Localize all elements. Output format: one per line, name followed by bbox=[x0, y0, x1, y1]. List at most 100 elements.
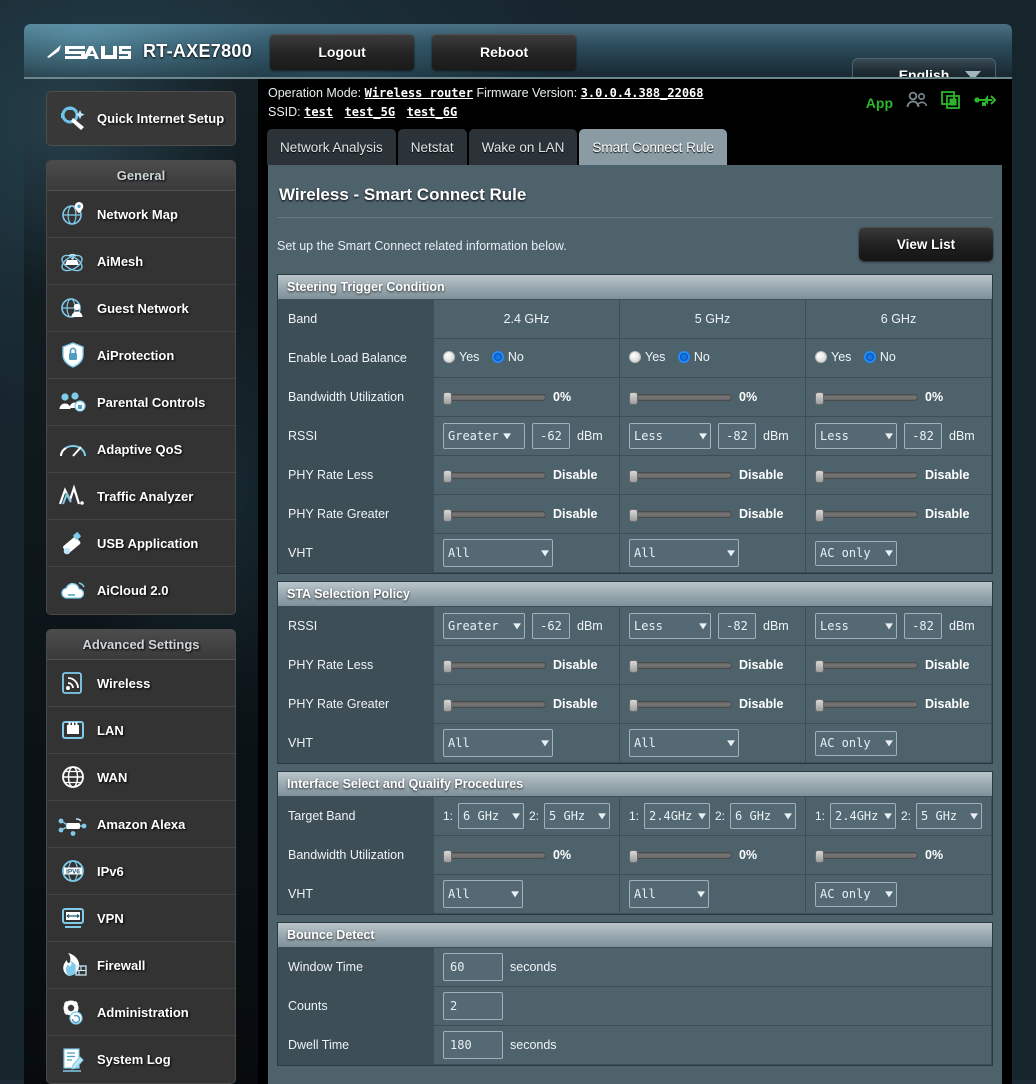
sta-rssi-operator-select-24[interactable]: Greater ▼ bbox=[443, 613, 525, 639]
radio-no-24[interactable]: No bbox=[491, 350, 524, 364]
target-band-select-2-6[interactable]: 5 GHz ▼ bbox=[916, 803, 982, 829]
radio-no-5[interactable]: No bbox=[677, 350, 710, 364]
sidebar-item-aicloud[interactable]: AiCloud 2.0 bbox=[47, 567, 235, 614]
rssi-value-input-24[interactable] bbox=[532, 423, 570, 449]
table-row-load-balance: Enable Load Balance Yes No Yes No Yes No bbox=[278, 338, 992, 378]
phy-greater-slider-5[interactable] bbox=[629, 508, 732, 522]
sidebar-item-parental-controls[interactable]: Parental Controls bbox=[47, 379, 235, 426]
usb-port-icon[interactable] bbox=[974, 91, 997, 114]
phy-less-slider-5[interactable] bbox=[629, 469, 732, 483]
target-band-select-1-6[interactable]: 2.4GHz ▼ bbox=[830, 803, 896, 829]
reboot-button[interactable]: Reboot bbox=[432, 33, 577, 70]
tab-wake-on-lan[interactable]: Wake on LAN bbox=[468, 129, 578, 165]
sta-vht-select-24[interactable]: All ▼ bbox=[443, 729, 553, 757]
sidebar-item-vpn[interactable]: VPN bbox=[47, 895, 235, 942]
steering-table: Band 2.4 GHz 5 GHz 6 GHz Enable Load Bal… bbox=[278, 299, 992, 573]
target-band-select-2-24[interactable]: 5 GHz ▼ bbox=[544, 803, 610, 829]
sidebar-item-firewall[interactable]: Firewall bbox=[47, 942, 235, 989]
sidebar-item-adaptive-qos[interactable]: Adaptive QoS bbox=[47, 426, 235, 473]
ssid-value-1[interactable]: test bbox=[304, 105, 333, 119]
rssi-value-input-5[interactable] bbox=[718, 423, 756, 449]
sidebar-item-label: Wireless bbox=[97, 675, 151, 691]
sta-rssi-value-input-5[interactable] bbox=[718, 613, 756, 639]
page-title: Wireless - Smart Connect Rule bbox=[277, 165, 993, 218]
rssi-operator-select-24[interactable]: Greater ▼ bbox=[443, 423, 525, 449]
sidebar-item-guest-network[interactable]: Guest Network bbox=[47, 285, 235, 332]
app-link[interactable]: App bbox=[866, 95, 893, 111]
radio-yes-5[interactable]: Yes bbox=[629, 350, 665, 364]
tab-netstat[interactable]: Netstat bbox=[397, 129, 467, 165]
sta-phy-less-slider-6[interactable] bbox=[815, 659, 918, 673]
if-vht-select-24[interactable]: All ▼ bbox=[443, 880, 523, 908]
sta-phy-less-slider-24[interactable] bbox=[443, 659, 546, 673]
sta-rssi-operator-select-6[interactable]: Less ▼ bbox=[815, 613, 897, 639]
view-list-button[interactable]: View List bbox=[859, 227, 993, 261]
phy-greater-slider-6[interactable] bbox=[815, 508, 918, 522]
window-time-input[interactable] bbox=[443, 953, 503, 981]
wireless-icon bbox=[53, 670, 93, 696]
clients-icon[interactable] bbox=[906, 91, 928, 114]
firmware-version-value[interactable]: 3.0.0.4.388_22068 bbox=[581, 86, 704, 100]
sta-phy-less-slider-5[interactable] bbox=[629, 659, 732, 673]
target-band-cell-5: 1: 2.4GHz ▼ 2: 6 GHz ▼ bbox=[619, 796, 806, 836]
phy-greater-slider-24[interactable] bbox=[443, 508, 546, 522]
tab-network-analysis[interactable]: Network Analysis bbox=[267, 129, 396, 165]
sidebar-item-aimesh[interactable]: AiMesh bbox=[47, 238, 235, 285]
phy-less-slider-6[interactable] bbox=[815, 469, 918, 483]
if-bandwidth-slider-24[interactable] bbox=[443, 849, 546, 863]
vht-select-6[interactable]: AC only ▼ bbox=[815, 540, 897, 566]
bandwidth-slider-24[interactable] bbox=[443, 391, 546, 405]
sta-vht-select-5[interactable]: All ▼ bbox=[629, 729, 739, 757]
operation-mode-value[interactable]: Wireless router bbox=[365, 86, 473, 100]
bandwidth-slider-6[interactable] bbox=[815, 391, 918, 405]
if-bandwidth-slider-5[interactable] bbox=[629, 849, 732, 863]
radio-no-6[interactable]: No bbox=[863, 350, 896, 364]
usb-device-icon[interactable] bbox=[941, 91, 961, 114]
rssi-operator-select-6[interactable]: Less ▼ bbox=[815, 423, 897, 449]
sta-phy-greater-slider-24[interactable] bbox=[443, 698, 546, 712]
sta-rssi-value-input-24[interactable] bbox=[532, 613, 570, 639]
sta-phy-greater-slider-5[interactable] bbox=[629, 698, 732, 712]
sidebar-item-aiprotection[interactable]: AiProtection bbox=[47, 332, 235, 379]
logout-button[interactable]: Logout bbox=[270, 33, 415, 70]
sidebar-item-administration[interactable]: Administration bbox=[47, 989, 235, 1036]
sidebar-item-ipv6[interactable]: IPV6 IPv6 bbox=[47, 848, 235, 895]
ssid-value-3[interactable]: test_6G bbox=[407, 105, 458, 119]
sidebar-item-wireless[interactable]: Wireless bbox=[47, 660, 235, 707]
sta-vht-select-6[interactable]: AC only ▼ bbox=[815, 730, 897, 756]
if-vht-select-6[interactable]: AC only ▼ bbox=[815, 881, 897, 907]
dwell-time-input[interactable] bbox=[443, 1031, 503, 1059]
sidebar-item-traffic-analyzer[interactable]: Traffic Analyzer bbox=[47, 473, 235, 520]
target-band-select-2-5[interactable]: 6 GHz ▼ bbox=[730, 803, 796, 829]
chevron-down-icon: ▼ bbox=[699, 620, 707, 632]
vht-select-24[interactable]: All ▼ bbox=[443, 539, 553, 567]
target-band-select-1-24[interactable]: 6 GHz ▼ bbox=[458, 803, 524, 829]
adaptive-qos-icon bbox=[53, 438, 93, 460]
vht-select-5[interactable]: All ▼ bbox=[629, 539, 739, 567]
target-band-select-1-5[interactable]: 2.4GHz ▼ bbox=[644, 803, 710, 829]
sidebar-item-amazon-alexa[interactable]: Amazon Alexa bbox=[47, 801, 235, 848]
sidebar-item-lan[interactable]: LAN bbox=[47, 707, 235, 754]
tab-smart-connect-rule[interactable]: Smart Connect Rule bbox=[579, 129, 727, 165]
operation-mode-label: Operation Mode: bbox=[268, 86, 362, 100]
if-bandwidth-slider-6[interactable] bbox=[815, 849, 918, 863]
bandwidth-slider-5[interactable] bbox=[629, 391, 732, 405]
ssid-value-2[interactable]: test_5G bbox=[345, 105, 396, 119]
sta-rssi-value-input-6[interactable] bbox=[904, 613, 942, 639]
sidebar-item-system-log[interactable]: System Log bbox=[47, 1036, 235, 1083]
counts-input[interactable] bbox=[443, 992, 503, 1020]
sta-phy-greater-slider-6[interactable] bbox=[815, 698, 918, 712]
radio-yes-24[interactable]: Yes bbox=[443, 350, 479, 364]
sidebar-item-usb-application[interactable]: USB Application bbox=[47, 520, 235, 567]
if-vht-select-5[interactable]: All ▼ bbox=[629, 880, 709, 908]
firewall-icon bbox=[53, 952, 93, 978]
sidebar-item-network-map[interactable]: Network Map bbox=[47, 191, 235, 238]
phy-less-slider-24[interactable] bbox=[443, 469, 546, 483]
sidebar-item-wan[interactable]: WAN bbox=[47, 754, 235, 801]
radio-yes-6[interactable]: Yes bbox=[815, 350, 851, 364]
rssi-value-input-6[interactable] bbox=[904, 423, 942, 449]
sidebar-item-quick-internet-setup[interactable]: Quick Internet Setup bbox=[46, 91, 236, 146]
chevron-down-icon: ▼ bbox=[511, 888, 519, 900]
sta-rssi-operator-select-5[interactable]: Less ▼ bbox=[629, 613, 711, 639]
rssi-operator-select-5[interactable]: Less ▼ bbox=[629, 423, 711, 449]
